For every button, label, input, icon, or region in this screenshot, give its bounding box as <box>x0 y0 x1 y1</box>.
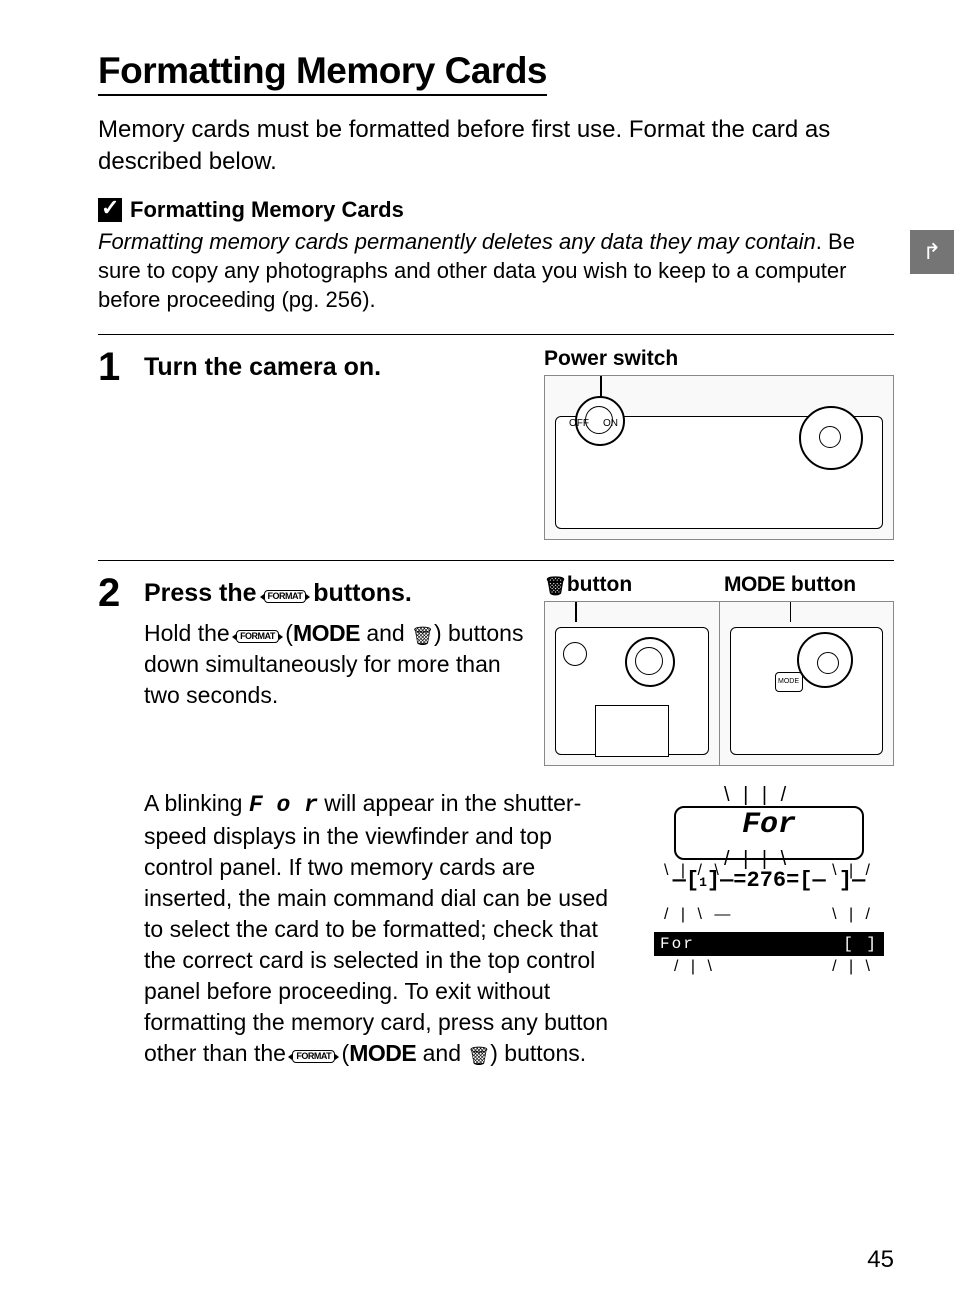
format-icon: FORMAT <box>264 590 307 603</box>
mode-button-diagram: MODE <box>719 602 894 765</box>
step-2-body-2: A blinking F o r will appear in the shut… <box>144 788 614 1069</box>
intro-paragraph: Memory cards must be formatted before fi… <box>98 114 894 179</box>
mode-label: MODE <box>349 1040 416 1066</box>
section-tab: ↱ <box>910 230 954 274</box>
lcd-viewfinder-bar: For [ ] <box>654 932 884 956</box>
trash-button-diagram <box>545 602 719 765</box>
step-2-number: 2 <box>98 573 138 613</box>
step-1: 1 Turn the camera on. Power switch OFF O… <box>98 347 894 540</box>
page-title: Formatting Memory Cards <box>98 50 547 96</box>
format-buttons-diagram: MODE <box>544 601 894 766</box>
format-icon: FORMAT <box>292 1050 335 1063</box>
step-1-figure-label: Power switch <box>544 347 894 371</box>
lcd-for-text: For <box>644 808 894 842</box>
step-2-figure-label-left: 🗑button <box>544 573 714 597</box>
warning-body: Formatting memory cards permanently dele… <box>98 227 894 314</box>
step-2-body-1: Hold the FORMAT (MODE and 🗑) buttons dow… <box>144 618 524 711</box>
warning-italic-text: Formatting memory cards permanently dele… <box>98 229 816 254</box>
step-1-number: 1 <box>98 347 138 387</box>
step-2-figure-label-right: MODE button <box>724 573 894 597</box>
manual-page: Formatting Memory Cards Memory cards mus… <box>0 0 954 1314</box>
warning-heading: Formatting Memory Cards <box>130 197 404 223</box>
lcd-display-diagram: \ | | / For / | | \ \ | / \ \ | / —[1]—=… <box>644 788 894 988</box>
step-2-heading: Press the FORMAT buttons. <box>144 579 524 608</box>
lcd-mid-text: —[1]—=276=[— ]— <box>644 868 894 893</box>
trash-icon: 🗑 <box>544 576 567 596</box>
trash-icon: 🗑 <box>467 1046 490 1066</box>
warning-icon <box>98 198 122 222</box>
format-icon: FORMAT <box>236 630 279 643</box>
step-1-heading: Turn the camera on. <box>144 353 524 382</box>
step-2: 2 Press the FORMAT buttons. Hold the FOR… <box>98 573 894 1069</box>
divider <box>98 334 894 335</box>
mode-label: MODE <box>293 620 360 646</box>
power-switch-diagram: OFF ON <box>544 375 894 540</box>
page-number: 45 <box>867 1246 894 1274</box>
section-tab-icon: ↱ <box>923 239 941 265</box>
divider <box>98 560 894 561</box>
for-blink-text: F o r <box>249 792 318 818</box>
warning-note: Formatting Memory Cards Formatting memor… <box>98 197 894 314</box>
trash-icon: 🗑 <box>411 626 434 646</box>
